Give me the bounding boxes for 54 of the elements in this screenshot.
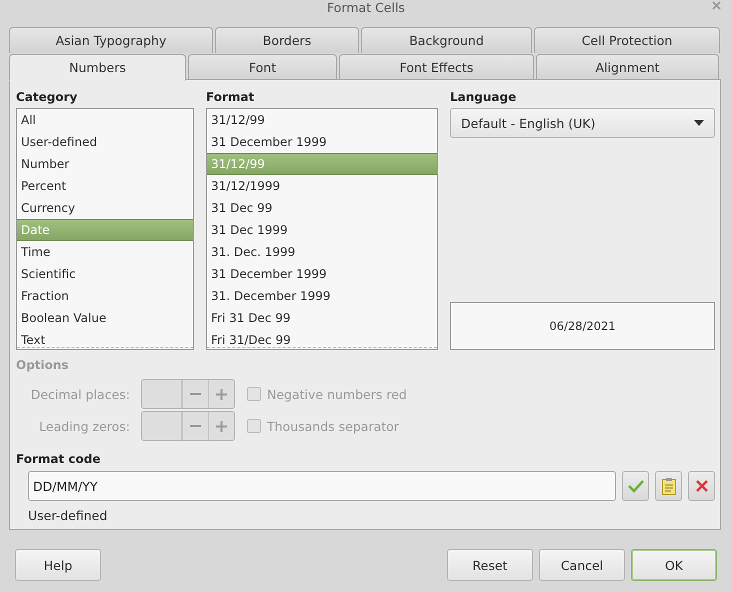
tab[interactable]: Borders xyxy=(215,27,359,53)
section-heading: Options xyxy=(16,357,69,374)
list-item[interactable]: Scientific xyxy=(17,263,193,285)
field-label: Leading zeros: xyxy=(38,418,130,434)
list-item[interactable]: Fri 31 Dec 99 xyxy=(207,307,437,329)
caret-icon xyxy=(694,120,704,126)
tab[interactable]: Numbers xyxy=(9,54,186,81)
list-item[interactable]: Fraction xyxy=(17,285,193,307)
note-icon xyxy=(662,478,676,494)
list-item[interactable]: 31. December 1999 xyxy=(207,285,437,307)
check-icon xyxy=(628,479,644,493)
list-item[interactable]: Boolean Value xyxy=(17,307,193,329)
tab[interactable]: Font xyxy=(188,54,337,80)
tab[interactable]: Alignment xyxy=(536,54,719,80)
list-item[interactable]: 31 Dec 99 xyxy=(207,197,437,219)
list-item[interactable]: Currency xyxy=(17,197,193,219)
note-button[interactable] xyxy=(655,471,682,501)
list-item[interactable]: Text xyxy=(17,329,193,349)
list-item[interactable]: All xyxy=(17,109,193,131)
format-code-field[interactable]: DD/MM/YY xyxy=(28,471,616,501)
tab[interactable]: Cell Protection xyxy=(534,27,720,53)
list-item[interactable]: 31 Dec 1999 xyxy=(207,219,437,241)
delete-button[interactable] xyxy=(688,471,715,501)
close-icon xyxy=(696,480,708,492)
section-heading: Format xyxy=(206,89,254,106)
dialog-button[interactable]: Cancel xyxy=(539,549,625,581)
list-item[interactable]: 31. Dec. 1999 xyxy=(207,241,437,263)
section-heading: Format code xyxy=(16,451,100,468)
dialog-button[interactable]: Reset xyxy=(447,549,533,581)
language-dropdown[interactable]: Default - English (UK) xyxy=(450,108,715,138)
list-item[interactable]: 31 December 1999 xyxy=(207,263,437,285)
tab[interactable]: Asian Typography xyxy=(9,27,213,53)
list-item[interactable]: 31/12/99 xyxy=(207,109,437,131)
close-icon[interactable] xyxy=(712,1,721,10)
tab[interactable]: Font Effects xyxy=(339,54,534,80)
list-item[interactable]: Number xyxy=(17,153,193,175)
list-item[interactable]: Fri 31/Dec 99 xyxy=(207,329,437,349)
preview-box: 06/28/2021 xyxy=(450,302,715,350)
list-item[interactable]: User-defined xyxy=(17,131,193,153)
list-item[interactable]: 31/12/1999 xyxy=(207,175,437,197)
field-label: Decimal places: xyxy=(30,386,130,402)
section-heading: Category xyxy=(16,89,78,106)
format-description: User-defined xyxy=(28,508,108,523)
check-button[interactable] xyxy=(622,471,649,501)
tab[interactable]: Background xyxy=(361,27,532,53)
list-item[interactable]: Percent xyxy=(17,175,193,197)
list-item[interactable]: Time xyxy=(17,241,193,263)
section-heading: Language xyxy=(450,89,516,106)
window-title: Format Cells xyxy=(327,0,405,15)
dialog-button[interactable]: OK xyxy=(631,549,717,581)
checkbox-label: Thousands separator xyxy=(267,418,399,434)
checkbox-label: Negative numbers red xyxy=(267,386,407,402)
list-item[interactable]: 31 December 1999 xyxy=(207,131,437,153)
dialog-button[interactable]: Help xyxy=(15,549,101,581)
